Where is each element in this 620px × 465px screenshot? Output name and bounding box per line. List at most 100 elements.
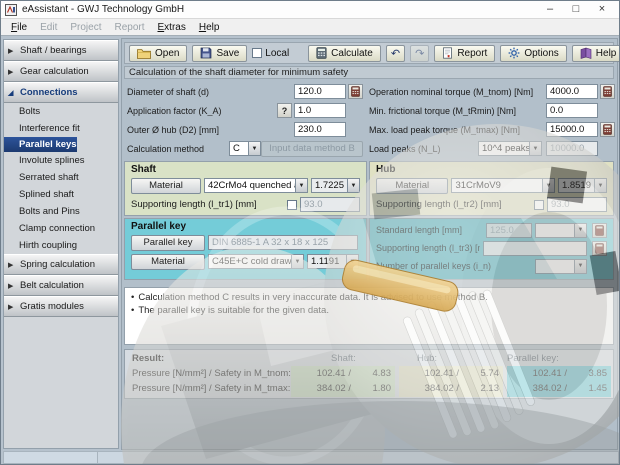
sidebar-item-bolts[interactable]: Bolts (4, 103, 118, 120)
open-button[interactable]: Open (129, 45, 187, 62)
undo-button[interactable]: ↶ (386, 45, 405, 62)
calculate-label: Calculate (331, 48, 373, 59)
shaft-material-number: 1.7225 (311, 178, 347, 193)
shaft-supporting-checkbox[interactable] (287, 200, 297, 210)
help-button[interactable]: Help (572, 45, 620, 62)
sidebar-group-spring-calculation[interactable]: ▶ Spring calculation (4, 254, 118, 275)
parallel-key-section-right: Standard length [mm] 125.0 ▼ Supporting … (369, 218, 614, 280)
sidebar-group-shaft-bearings[interactable]: ▶ Shaft / bearings (4, 40, 118, 61)
peak-torque-calc-button[interactable] (600, 122, 615, 137)
form-row-application-factor: Application factor (K_A) ? 1.0 (127, 102, 363, 119)
standard-length-calc-button[interactable] (592, 223, 607, 238)
hub-material-button[interactable]: Material (376, 178, 448, 194)
pk-supporting-input[interactable] (483, 241, 587, 256)
sidebar-item-parallel-keys[interactable]: Parallel keys (4, 137, 77, 152)
help-label: Help (596, 48, 617, 59)
maximize-button[interactable]: □ (563, 2, 589, 18)
options-button[interactable]: Options (500, 45, 566, 62)
calculator-icon (316, 47, 327, 59)
help-question-button[interactable]: ? (277, 103, 292, 118)
message-text: Calculation method C results in very ina… (138, 291, 488, 304)
form-row-load-peaks: Load peaks (N_L) 10^4 peaks ▼ 10000.0 (369, 140, 615, 157)
diameter-calc-button[interactable] (348, 84, 363, 99)
sidebar-group-connections[interactable]: ◢ Connections (4, 82, 118, 103)
save-button[interactable]: Save (192, 45, 247, 62)
menu-help[interactable]: Help (193, 21, 226, 34)
hub-safety-max: 2.13 (463, 383, 499, 396)
sidebar-item-splined-shaft[interactable]: Splined shaft (4, 186, 118, 203)
outer-hub-label: Outer Ø hub (D2) [mm] (127, 125, 294, 135)
outer-hub-input[interactable]: 230.0 (294, 122, 346, 137)
result-col-shaft: Shaft: (331, 353, 356, 364)
nominal-torque-input[interactable]: 4000.0 (546, 84, 598, 99)
options-label: Options (524, 48, 558, 59)
pk-material-number: 1.1191 (307, 254, 346, 269)
triangle-right-icon: ▶ (8, 47, 16, 55)
number-of-keys-label: Number of parallel keys (i_n) (376, 261, 532, 271)
shaft-material-number-select[interactable]: 1.7225 ▼ (311, 178, 360, 193)
shaft-safety-max: 1.80 (355, 383, 391, 396)
peak-torque-input[interactable]: 15000.0 (546, 122, 598, 137)
hub-supporting-checkbox[interactable] (534, 200, 544, 210)
diameter-input[interactable]: 120.0 (294, 84, 346, 99)
load-peaks-select[interactable]: 10^4 peaks ▼ (478, 141, 542, 156)
sidebar-item-hirth-coupling[interactable]: Hirth coupling (4, 237, 118, 254)
number-of-keys-select[interactable]: ▼ (535, 259, 587, 274)
sidebar-group-gratis-modules[interactable]: ▶ Gratis modules (4, 296, 118, 317)
bullet-icon: • (131, 304, 134, 317)
sidebar-group-gear-calculation[interactable]: ▶ Gear calculation (4, 61, 118, 82)
sidebar-item-interference-fit[interactable]: Interference fit (4, 120, 118, 137)
frictional-torque-input[interactable]: 0.0 (546, 103, 598, 118)
input-data-method-b-button: Input data method B (261, 141, 363, 157)
result-col-parallel-key: Parallel key: (507, 353, 559, 364)
calculate-button[interactable]: Calculate (308, 45, 381, 62)
hub-supporting-input[interactable]: 93.0 (547, 197, 607, 212)
triangle-right-icon: ▶ (8, 282, 16, 290)
form-row-outer-hub: Outer Ø hub (D2) [mm] 230.0 (127, 121, 363, 138)
report-button[interactable]: Report (434, 45, 495, 62)
shaft-pressure-nom: 102.41 / (293, 368, 351, 381)
local-checkbox[interactable] (252, 48, 262, 58)
chevron-down-icon: ▼ (574, 259, 587, 274)
close-button[interactable]: × (589, 2, 615, 18)
nominal-torque-calc-button[interactable] (600, 84, 615, 99)
mini-calculator-icon (603, 86, 612, 97)
menu-file[interactable]: File (5, 21, 33, 34)
pk-material-button[interactable]: Material (131, 254, 205, 270)
parallel-key-button[interactable]: Parallel key (131, 235, 205, 251)
sidebar-item-serrated-shaft[interactable]: Serrated shaft (4, 169, 118, 186)
menu-report: Report (108, 21, 150, 34)
calc-method-select[interactable]: C ▼ (229, 141, 261, 156)
sidebar-group-label: Gear calculation (20, 66, 89, 77)
hub-pressure-max: 384.02 / (401, 383, 459, 396)
shaft-material-button[interactable]: Material (131, 178, 201, 194)
report-document-icon (442, 47, 453, 59)
standard-length-select[interactable]: ▼ (535, 223, 587, 238)
pk-supporting-calc-button[interactable] (592, 241, 607, 256)
hub-section: Hub Material 31CrMoV9 ▼ 1.8519 ▼ Support… (369, 161, 614, 216)
menu-project: Project (64, 21, 107, 34)
sidebar-group-belt-calculation[interactable]: ▶ Belt calculation (4, 275, 118, 296)
panel-title: Calculation of the shaft diameter for mi… (124, 66, 614, 79)
application-factor-input[interactable]: 1.0 (294, 103, 346, 118)
menu-extras[interactable]: Extras (152, 21, 192, 34)
calc-method-label: Calculation method (127, 144, 229, 154)
sidebar-item-involute-splines[interactable]: Involute splines (4, 152, 118, 169)
report-label: Report (457, 48, 487, 59)
hub-material-number-select[interactable]: 1.8519 ▼ (558, 178, 607, 193)
sidebar-item-clamp-connection[interactable]: Clamp connection (4, 220, 118, 237)
hub-material-select[interactable]: 31CrMoV9 ▼ (451, 178, 554, 193)
sidebar-item-bolts-and-pins[interactable]: Bolts and Pins (4, 203, 118, 220)
shaft-section: Shaft Material 42CrMo4 quenched and t...… (124, 161, 367, 216)
bullet-icon: • (131, 291, 134, 304)
titlebar: eAssistant - GWJ Technology GmbH – □ × (1, 1, 619, 19)
application-factor-label: Application factor (K_A) (127, 106, 277, 116)
pk-material-select[interactable]: C45E+C cold drawn ▼ (208, 254, 304, 269)
message-line: • The parallel key is suitable for the g… (131, 304, 607, 317)
minimize-button[interactable]: – (537, 2, 563, 18)
hub-safety-nom: 5.74 (463, 368, 499, 381)
pk-material-number-select[interactable]: 1.1191 ▼ (307, 254, 359, 269)
result-title: Result: (132, 353, 164, 364)
shaft-material-select[interactable]: 42CrMo4 quenched and t... ▼ (204, 178, 308, 193)
pk-pressure-max: 384.02 / (509, 383, 567, 396)
